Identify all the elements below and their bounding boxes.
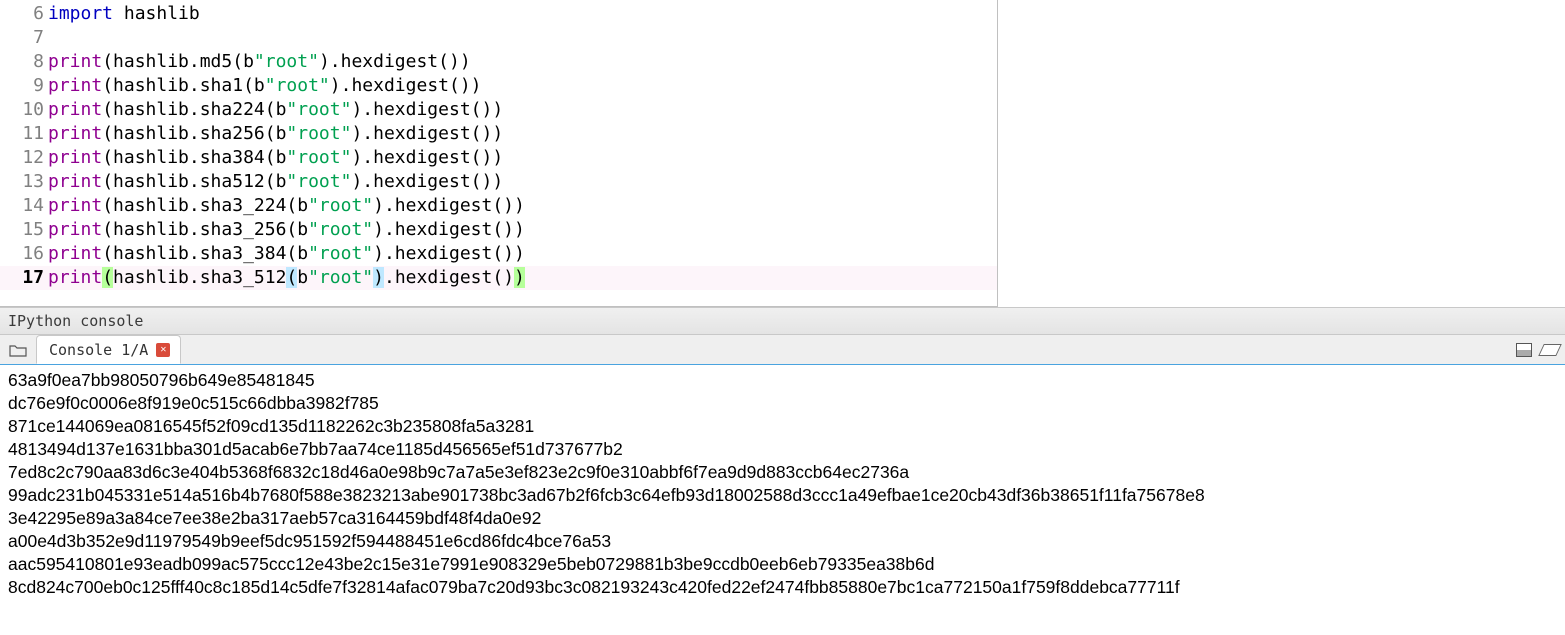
code-content[interactable]: print(hashlib.sha3_224(b"root").hexdiges… — [48, 194, 525, 218]
console-panel-title: IPython console — [0, 307, 1565, 335]
line-number: 7 — [0, 26, 48, 50]
code-line[interactable]: 11print(hashlib.sha256(b"root").hexdiges… — [0, 122, 997, 146]
code-line[interactable]: 15print(hashlib.sha3_256(b"root").hexdig… — [0, 218, 997, 242]
line-number: 15 — [0, 218, 48, 242]
code-line[interactable]: 8print(hashlib.md5(b"root").hexdigest()) — [0, 50, 997, 74]
code-line[interactable]: 16print(hashlib.sha3_384(b"root").hexdig… — [0, 242, 997, 266]
clear-icon[interactable] — [1541, 341, 1559, 359]
code-line[interactable]: 7 — [0, 26, 997, 50]
code-line[interactable]: 14print(hashlib.sha3_224(b"root").hexdig… — [0, 194, 997, 218]
console-tab-label: Console 1/A — [49, 341, 148, 359]
code-content[interactable]: print(hashlib.sha224(b"root").hexdigest(… — [48, 98, 503, 122]
code-content[interactable]: print(hashlib.sha3_384(b"root").hexdiges… — [48, 242, 525, 266]
line-number: 17 — [0, 266, 48, 290]
code-content[interactable]: print(hashlib.md5(b"root").hexdigest()) — [48, 50, 471, 74]
code-content[interactable]: print(hashlib.sha512(b"root").hexdigest(… — [48, 170, 503, 194]
line-number: 12 — [0, 146, 48, 170]
close-tab-icon[interactable]: ✕ — [156, 343, 170, 357]
options-icon[interactable] — [1515, 341, 1533, 359]
browse-tabs-button[interactable] — [6, 338, 30, 362]
code-content[interactable]: print(hashlib.sha384(b"root").hexdigest(… — [48, 146, 503, 170]
code-line[interactable]: 13print(hashlib.sha512(b"root").hexdiges… — [0, 170, 997, 194]
console-tab[interactable]: Console 1/A ✕ — [36, 335, 181, 364]
code-content[interactable]: print(hashlib.sha3_256(b"root").hexdiges… — [48, 218, 525, 242]
code-content[interactable]: import hashlib — [48, 2, 200, 26]
line-number: 16 — [0, 242, 48, 266]
code-line[interactable]: 12print(hashlib.sha384(b"root").hexdiges… — [0, 146, 997, 170]
code-content[interactable]: print(hashlib.sha256(b"root").hexdigest(… — [48, 122, 503, 146]
line-number: 9 — [0, 74, 48, 98]
code-line[interactable]: 9print(hashlib.sha1(b"root").hexdigest()… — [0, 74, 997, 98]
console-output[interactable]: 63a9f0ea7bb98050796b649e85481845 dc76e9f… — [0, 365, 1565, 607]
line-number: 14 — [0, 194, 48, 218]
code-line[interactable]: 10print(hashlib.sha224(b"root").hexdiges… — [0, 98, 997, 122]
line-number: 6 — [0, 2, 48, 26]
code-line[interactable]: 17print(hashlib.sha3_512(b"root").hexdig… — [0, 266, 997, 290]
line-number: 13 — [0, 170, 48, 194]
code-content[interactable]: print(hashlib.sha3_512(b"root").hexdiges… — [48, 266, 525, 290]
console-tab-bar: Console 1/A ✕ — [0, 335, 1565, 365]
line-number: 11 — [0, 122, 48, 146]
line-number: 8 — [0, 50, 48, 74]
code-line[interactable]: 6import hashlib — [0, 2, 997, 26]
code-editor[interactable]: 6import hashlib78print(hashlib.md5(b"roo… — [0, 0, 998, 307]
line-number: 10 — [0, 98, 48, 122]
code-content[interactable]: print(hashlib.sha1(b"root").hexdigest()) — [48, 74, 482, 98]
